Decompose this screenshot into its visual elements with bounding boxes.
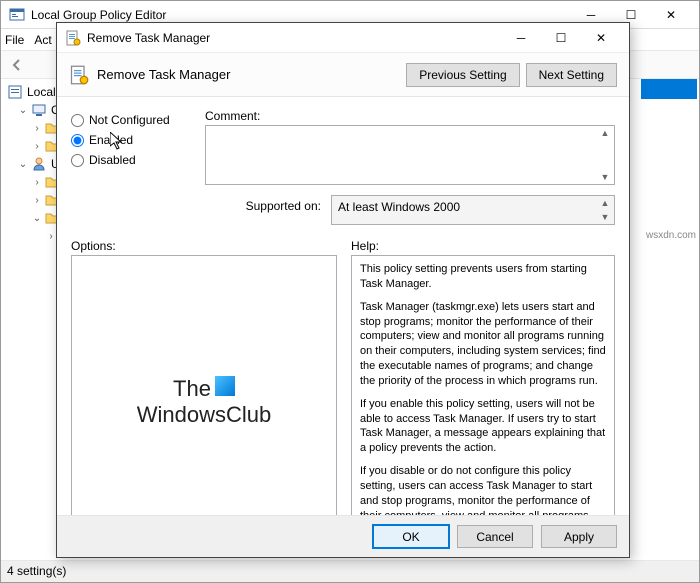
policy-icon — [7, 84, 23, 100]
scroll-down-icon[interactable]: ▼ — [598, 172, 612, 182]
state-radios: Not Configured Enabled Disabled — [71, 109, 191, 225]
dialog-title: Remove Task Manager — [87, 31, 501, 45]
scroll-down-icon[interactable]: ▼ — [598, 212, 612, 222]
dialog-maximize-button[interactable]: ☐ — [541, 24, 581, 52]
scroll-up-icon[interactable]: ▲ — [598, 198, 612, 208]
scroll-up-icon[interactable]: ▲ — [598, 128, 612, 138]
parent-close-button[interactable]: ✕ — [651, 2, 691, 28]
toolbar-back-icon[interactable] — [9, 57, 25, 73]
previous-setting-button[interactable]: Previous Setting — [406, 63, 519, 87]
apply-button[interactable]: Apply — [541, 525, 617, 548]
menu-file[interactable]: File — [5, 33, 24, 47]
radio-label: Not Configured — [89, 113, 170, 127]
policy-item-icon — [65, 30, 81, 46]
computer-icon — [31, 102, 47, 118]
logo-square-icon — [215, 376, 235, 396]
ok-button[interactable]: OK — [373, 525, 449, 548]
dialog-body: Not Configured Enabled Disabled Comment:… — [57, 97, 629, 549]
cancel-button[interactable]: Cancel — [457, 525, 533, 548]
user-icon — [31, 156, 47, 172]
selection-strip — [641, 79, 697, 99]
chevron-right-icon[interactable]: › — [31, 195, 43, 206]
radio-not-configured[interactable]: Not Configured — [71, 113, 191, 127]
radio-enabled[interactable]: Enabled — [71, 133, 191, 147]
chevron-down-icon[interactable]: ⌄ — [17, 159, 29, 170]
dialog-titlebar: Remove Task Manager ─ ☐ ✕ — [57, 23, 629, 53]
dialog-header: Remove Task Manager Previous Setting Nex… — [57, 53, 629, 97]
watermark-logo: The WindowsClub — [137, 376, 272, 428]
help-p2: Task Manager (taskmgr.exe) lets users st… — [360, 300, 606, 389]
options-label: Options: — [71, 239, 337, 253]
menu-action[interactable]: Act — [34, 33, 51, 47]
supported-value: At least Windows 2000 — [338, 200, 460, 214]
next-setting-button[interactable]: Next Setting — [526, 63, 617, 87]
policy-dialog: Remove Task Manager ─ ☐ ✕ Remove Task Ma… — [56, 22, 630, 558]
help-p3: If you enable this policy setting, users… — [360, 397, 606, 456]
chevron-down-icon[interactable]: ⌄ — [17, 105, 29, 116]
supported-textbox: At least Windows 2000 ▲ ▼ — [331, 195, 615, 225]
status-bar: 4 setting(s) — [1, 560, 699, 582]
help-panel: This policy setting prevents users from … — [351, 255, 615, 549]
chevron-right-icon[interactable]: › — [31, 123, 43, 134]
chevron-right-icon[interactable]: › — [31, 177, 43, 188]
parent-title: Local Group Policy Editor — [31, 8, 571, 22]
logo-line1: The — [173, 376, 211, 401]
help-p1: This policy setting prevents users from … — [360, 262, 606, 292]
radio-label: Enabled — [89, 133, 133, 147]
radio-label: Disabled — [89, 153, 136, 167]
comment-label: Comment: — [205, 109, 615, 123]
chevron-right-icon[interactable]: › — [31, 141, 43, 152]
watermark: wsxdn.com — [646, 230, 696, 241]
radio-disabled[interactable]: Disabled — [71, 153, 191, 167]
supported-label: Supported on: — [205, 195, 321, 225]
dialog-close-button[interactable]: ✕ — [581, 24, 621, 52]
dialog-header-label: Remove Task Manager — [97, 67, 400, 82]
logo-line2: WindowsClub — [137, 402, 272, 428]
status-text: 4 setting(s) — [7, 564, 66, 578]
dialog-minimize-button[interactable]: ─ — [501, 24, 541, 52]
dialog-footer: OK Cancel Apply — [57, 515, 629, 557]
chevron-down-icon[interactable]: ⌄ — [31, 213, 43, 224]
comment-textarea[interactable]: ▲ ▼ — [205, 125, 615, 185]
help-label: Help: — [351, 239, 615, 253]
gpedit-icon — [9, 7, 25, 23]
options-panel: The WindowsClub — [71, 255, 337, 549]
policy-item-icon — [69, 65, 89, 85]
